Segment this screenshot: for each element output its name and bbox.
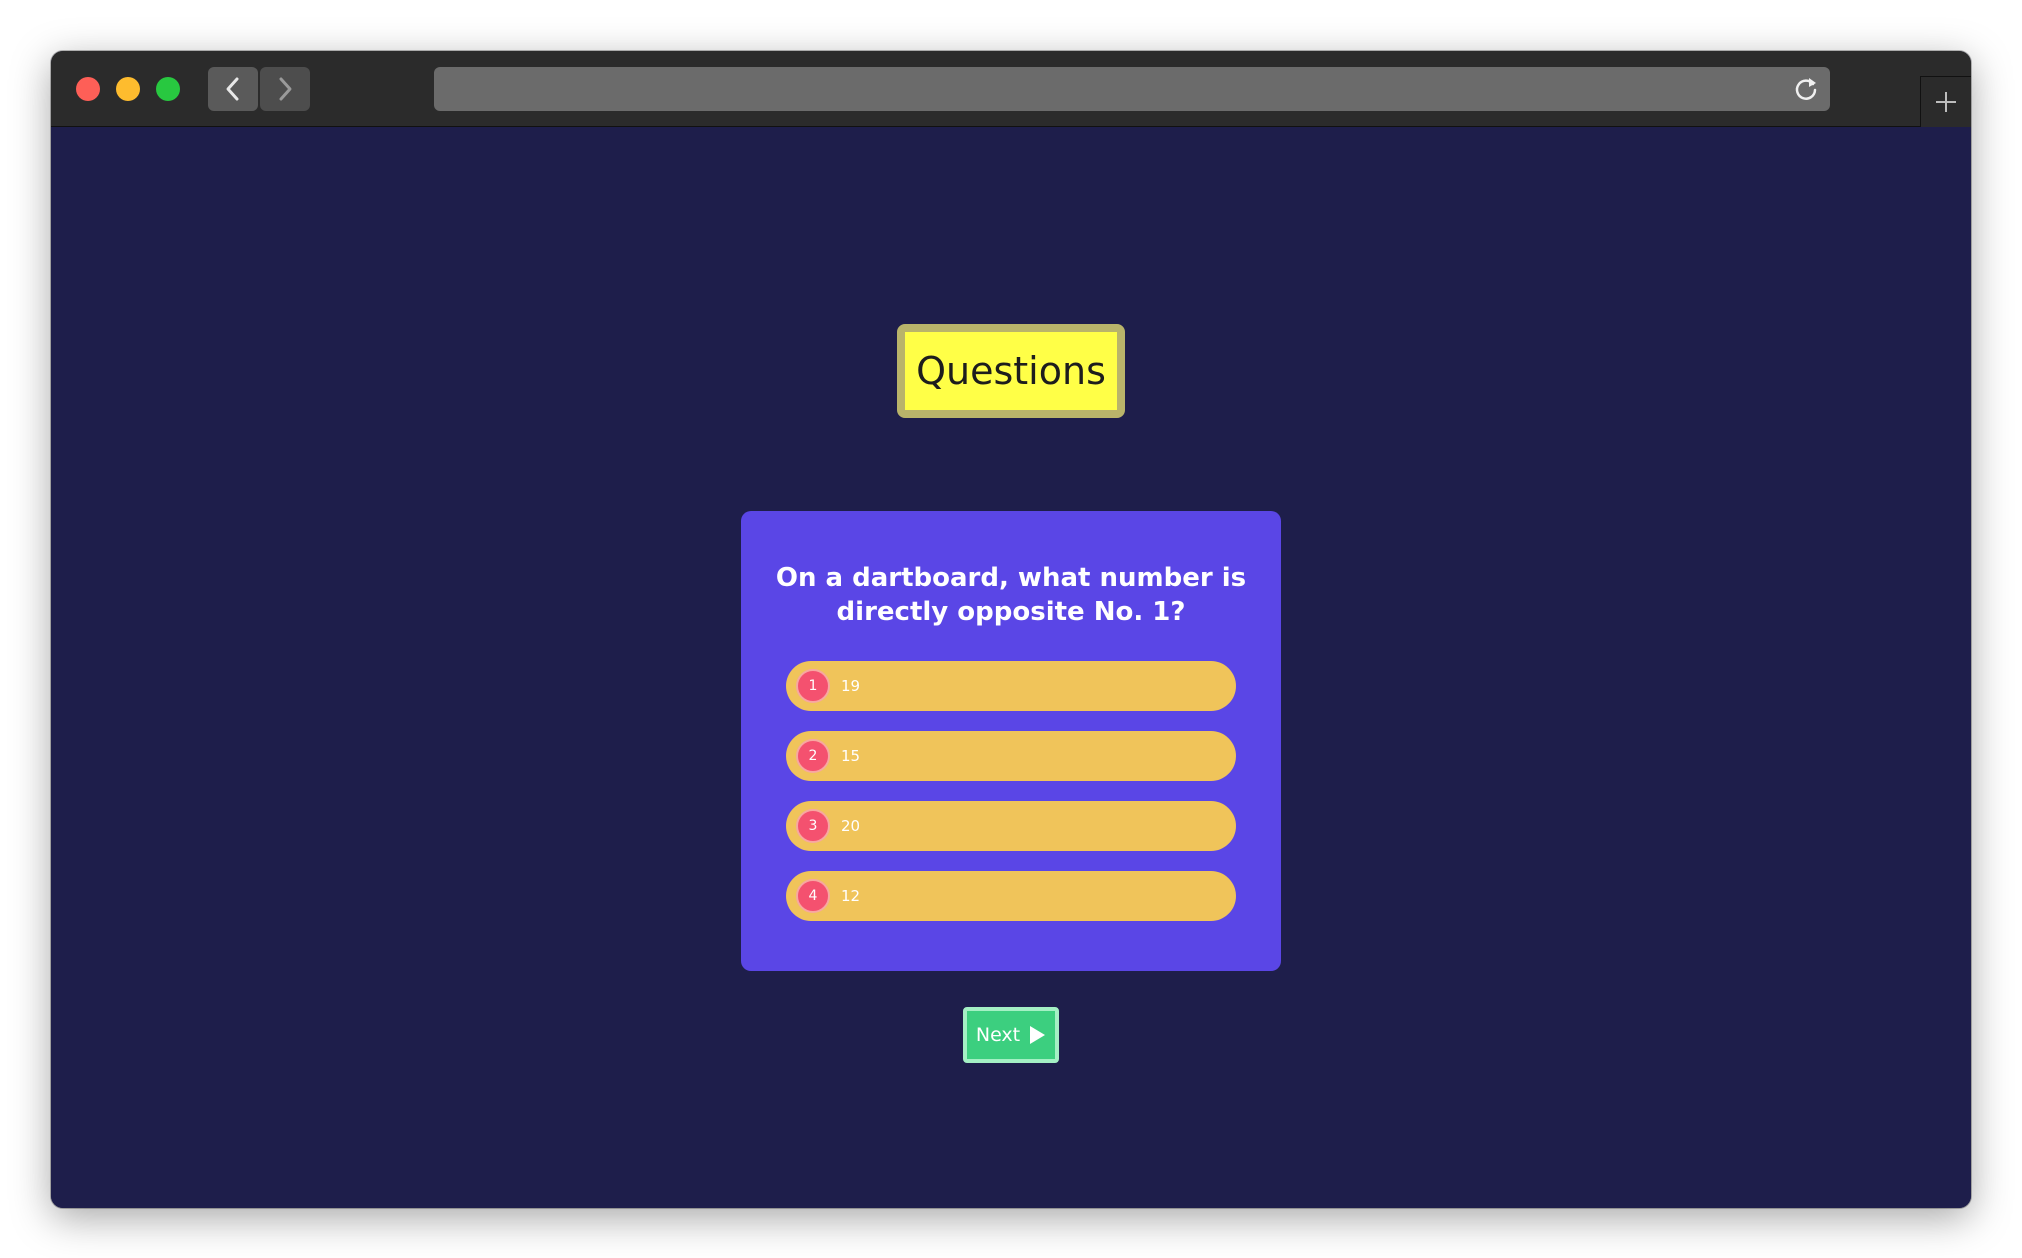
address-bar[interactable] xyxy=(434,67,1830,111)
maximize-window-button[interactable] xyxy=(156,77,180,101)
reload-icon[interactable] xyxy=(1792,75,1820,103)
chevron-right-icon xyxy=(279,77,292,101)
answer-option-1[interactable]: 1 19 xyxy=(786,661,1236,711)
answer-option-4[interactable]: 4 12 xyxy=(786,871,1236,921)
option-number-badge: 3 xyxy=(796,809,830,843)
back-button[interactable] xyxy=(208,67,258,111)
page-title: Questions xyxy=(897,324,1125,418)
option-number-badge: 1 xyxy=(796,669,830,703)
next-button-label: Next xyxy=(975,1024,1021,1046)
next-button[interactable]: Next xyxy=(963,1007,1059,1063)
play-icon xyxy=(1030,1026,1046,1044)
option-label: 19 xyxy=(841,677,861,695)
minimize-window-button[interactable] xyxy=(116,77,140,101)
forward-button[interactable] xyxy=(260,67,310,111)
close-window-button[interactable] xyxy=(76,77,100,101)
question-text: On a dartboard, what number is directly … xyxy=(775,563,1247,627)
answer-option-3[interactable]: 3 20 xyxy=(786,801,1236,851)
option-label: 15 xyxy=(841,747,861,765)
browser-toolbar xyxy=(51,51,1971,127)
browser-window: Questions On a dartboard, what number is… xyxy=(51,51,1971,1208)
new-tab-button[interactable] xyxy=(1920,76,1971,127)
option-number-badge: 4 xyxy=(796,879,830,913)
page-content: Questions On a dartboard, what number is… xyxy=(51,127,1971,1208)
answer-option-2[interactable]: 2 15 xyxy=(786,731,1236,781)
option-number-badge: 2 xyxy=(796,739,830,773)
chevron-left-icon xyxy=(226,77,239,101)
question-card: On a dartboard, what number is directly … xyxy=(741,511,1281,971)
option-label: 12 xyxy=(841,887,861,905)
plus-icon xyxy=(1936,92,1956,112)
option-label: 20 xyxy=(841,817,861,835)
